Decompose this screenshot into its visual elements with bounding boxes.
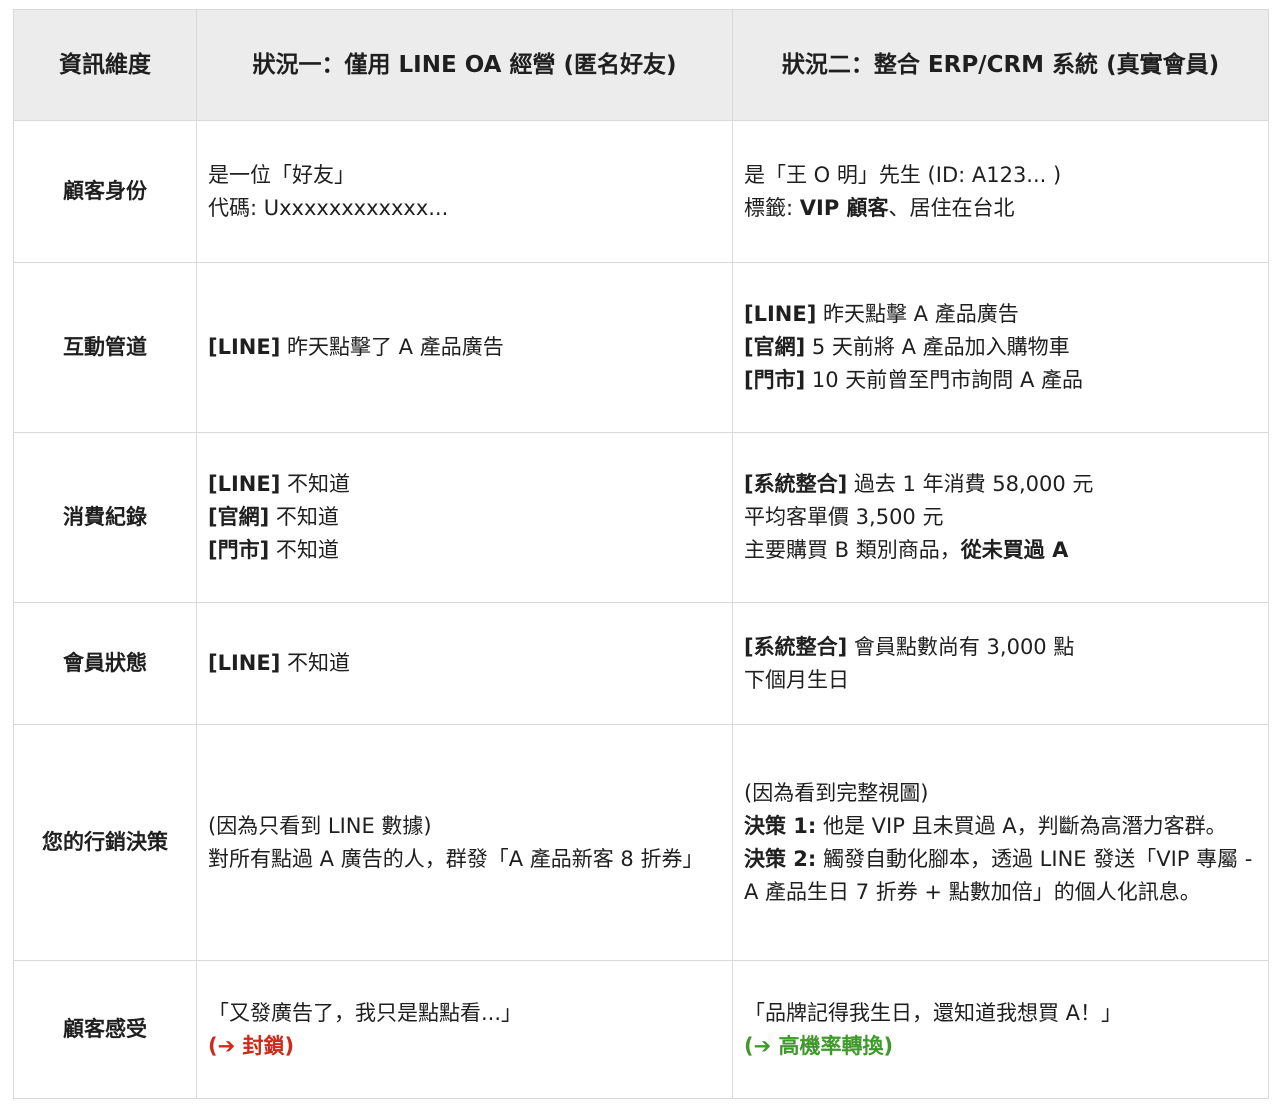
case1-text: [門市] 不知道 [208, 534, 721, 567]
table-row: 顧客感受 「又發廣告了，我只是點點看...」 (➔ 封鎖) 「品牌記得我生日，還… [13, 960, 1269, 1099]
case2-cell: 是「王 O 明」先生 (ID: A123... ) 標籤: VIP 顧客、居住在… [732, 120, 1269, 263]
decision-text: 他是 VIP 且未買過 A，判斷為高潛力客群。 [816, 813, 1227, 838]
channel-text: 不知道 [280, 472, 350, 496]
system-tag: [系統整合] [744, 634, 848, 659]
channel-tag: [官網] [744, 335, 806, 359]
case2-text: 「品牌記得我生日，還知道我想買 A！」 [744, 1000, 1123, 1025]
channel-tag: [LINE] [744, 302, 817, 326]
case2-cell: [系統整合] 會員點數尚有 3,000 點 下個月生日 [732, 602, 1269, 725]
row-dimension-label: 消費紀錄 [13, 432, 197, 603]
case2-text: [系統整合] 過去 1 年消費 58,000 元 [744, 468, 1257, 501]
case1-cell: [LINE] 不知道 [官網] 不知道 [門市] 不知道 [196, 432, 733, 603]
channel-tag: [門市] [744, 368, 806, 392]
case2-text: 平均客單價 3,500 元 [744, 505, 944, 529]
never-bought-highlight: 從未買過 A [960, 538, 1069, 562]
table-row: 您的行銷決策 (因為只看到 LINE 數據) 對所有點過 A 廣告的人，群發「A… [13, 724, 1269, 961]
channel-tag: [LINE] [208, 472, 281, 496]
outcome-conversion: (➔ 高機率轉換) [744, 1033, 894, 1058]
case1-text: (因為只看到 LINE 數據) [208, 813, 432, 838]
header-case1: 狀況一：僅用 LINE OA 經營 (匿名好友) [196, 9, 733, 121]
case1-text: [LINE] 昨天點擊了 A 產品廣告 [208, 331, 721, 364]
outcome-blocked: (➔ 封鎖) [208, 1033, 295, 1058]
row-dimension-label: 您的行銷決策 [13, 724, 197, 961]
table-row: 消費紀錄 [LINE] 不知道 [官網] 不知道 [門市] 不知道 [系統整合]… [13, 432, 1269, 603]
channel-tag: [LINE] [208, 335, 281, 359]
case2-text: 是「王 O 明」先生 (ID: A123... ) [744, 162, 1062, 187]
case2-text: 標籤: VIP 顧客、居住在台北 [744, 192, 1257, 225]
channel-text: 昨天點擊了 A 產品廣告 [280, 335, 504, 359]
channel-tag: [LINE] [208, 651, 281, 675]
channel-text: 不知道 [269, 538, 339, 562]
system-text: 會員點數尚有 3,000 點 [847, 634, 1075, 659]
case1-text: [LINE] 不知道 [208, 468, 721, 501]
case2-text: [LINE] 昨天點擊 A 產品廣告 [744, 298, 1257, 331]
case2-text: (因為看到完整視圖) [744, 780, 929, 805]
case2-cell: 「品牌記得我生日，還知道我想買 A！」 (➔ 高機率轉換) [732, 960, 1269, 1099]
channel-text: 昨天點擊 A 產品廣告 [816, 302, 1019, 326]
table-row: 會員狀態 [LINE] 不知道 [系統整合] 會員點數尚有 3,000 點 下個… [13, 602, 1269, 725]
comparison-table: 資訊維度 狀況一：僅用 LINE OA 經營 (匿名好友) 狀況二：整合 ERP… [13, 9, 1269, 1099]
table-row: 互動管道 [LINE] 昨天點擊了 A 產品廣告 [LINE] 昨天點擊 A 產… [13, 262, 1269, 433]
case2-text: [官網] 5 天前將 A 產品加入購物車 [744, 331, 1257, 364]
row-dimension-label: 會員狀態 [13, 602, 197, 725]
system-tag: [系統整合] [744, 472, 848, 496]
channel-tag: [門市] [208, 538, 270, 562]
decision-tag: 決策 1: [744, 813, 817, 838]
case1-text: 是一位「好友」 [208, 162, 355, 187]
purchase-text: 主要購買 B 類別商品， [744, 538, 961, 562]
case1-cell: 「又發廣告了，我只是點點看...」 (➔ 封鎖) [196, 960, 733, 1099]
case1-text: [LINE] 不知道 [208, 647, 721, 680]
row-dimension-label: 顧客感受 [13, 960, 197, 1099]
case2-text: 決策 1: 他是 VIP 且未買過 A，判斷為高潛力客群。 [744, 810, 1257, 843]
case1-cell: [LINE] 昨天點擊了 A 產品廣告 [196, 262, 733, 433]
channel-text: 10 天前曾至門市詢問 A 產品 [805, 368, 1083, 392]
header-dimension: 資訊維度 [13, 9, 197, 121]
label-prefix: 標籤: [744, 195, 800, 220]
case2-text: 主要購買 B 類別商品，從未買過 A [744, 534, 1257, 567]
case2-text: [系統整合] 會員點數尚有 3,000 點 [744, 631, 1257, 664]
system-text: 過去 1 年消費 58,000 元 [847, 472, 1094, 496]
channel-tag: [官網] [208, 505, 270, 529]
case1-text: 「又發廣告了，我只是點點看...」 [208, 1000, 523, 1025]
decision-text: 觸發自動化腳本，透過 LINE 發送「VIP 專屬 - A 產品生日 7 折券 … [744, 846, 1253, 904]
header-case2: 狀況二：整合 ERP/CRM 系統 (真實會員) [732, 9, 1269, 121]
case1-text: [官網] 不知道 [208, 501, 721, 534]
case2-cell: [LINE] 昨天點擊 A 產品廣告 [官網] 5 天前將 A 產品加入購物車 … [732, 262, 1269, 433]
row-dimension-label: 互動管道 [13, 262, 197, 433]
case2-cell: [系統整合] 過去 1 年消費 58,000 元 平均客單價 3,500 元 主… [732, 432, 1269, 603]
decision-tag: 決策 2: [744, 846, 817, 871]
label-rest: 、居住在台北 [888, 195, 1015, 220]
case2-text: [門市] 10 天前曾至門市詢問 A 產品 [744, 364, 1257, 397]
case2-text: 下個月生日 [744, 667, 849, 692]
case1-cell: 是一位「好友」 代碼: Uxxxxxxxxxxxx... [196, 120, 733, 263]
case1-cell: (因為只看到 LINE 數據) 對所有點過 A 廣告的人，群發「A 產品新客 8… [196, 724, 733, 961]
channel-text: 不知道 [280, 651, 350, 675]
case2-cell: (因為看到完整視圖) 決策 1: 他是 VIP 且未買過 A，判斷為高潛力客群。… [732, 724, 1269, 961]
table-header-row: 資訊維度 狀況一：僅用 LINE OA 經營 (匿名好友) 狀況二：整合 ERP… [13, 9, 1269, 121]
comparison-table-container: 資訊維度 狀況一：僅用 LINE OA 經營 (匿名好友) 狀況二：整合 ERP… [13, 9, 1269, 1099]
case1-text: 代碼: Uxxxxxxxxxxxx... [208, 195, 449, 220]
case2-text: 決策 2: 觸發自動化腳本，透過 LINE 發送「VIP 專屬 - A 產品生日… [744, 843, 1257, 909]
case1-text: 對所有點過 A 廣告的人，群發「A 產品新客 8 折券」 [208, 846, 704, 871]
case1-cell: [LINE] 不知道 [196, 602, 733, 725]
channel-text: 不知道 [269, 505, 339, 529]
table-row: 顧客身份 是一位「好友」 代碼: Uxxxxxxxxxxxx... 是「王 O … [13, 120, 1269, 263]
row-dimension-label: 顧客身份 [13, 120, 197, 263]
vip-tag: VIP 顧客 [799, 195, 889, 220]
channel-text: 5 天前將 A 產品加入購物車 [805, 335, 1070, 359]
